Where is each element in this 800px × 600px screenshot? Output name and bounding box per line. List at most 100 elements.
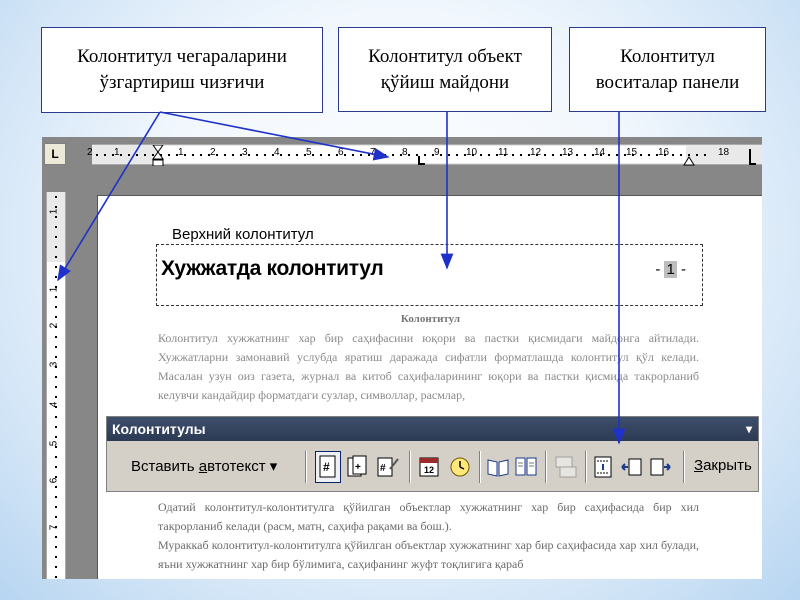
document-title: Колонтитул (400, 313, 461, 325)
close-accelerator: З (694, 457, 704, 474)
svg-text:+: + (355, 462, 361, 473)
vertical-ruler-tick (55, 406, 57, 408)
tab-stop-marker (418, 156, 425, 165)
toolbar-title-bar[interactable]: Колонтитулы ▾ (107, 417, 758, 441)
word-document-window: L 2 1 1 2 3 4 5 6 7 8 9 10 11 12 13 14 15 16 18 11234567 В… (42, 137, 762, 579)
switch-header-footer-icon (594, 456, 612, 478)
same-as-previous-button[interactable] (553, 451, 579, 483)
vertical-ruler-tick (55, 326, 57, 328)
vertical-ruler-tick (55, 466, 57, 468)
vertical-ruler-tick (55, 426, 57, 428)
document-paragraph-3: Мураккаб колонтитул-колонтитулга қўйилга… (158, 538, 699, 571)
vertical-ruler-tick-label: 2 (48, 322, 60, 329)
vertical-ruler-tick (55, 306, 57, 308)
vertical-ruler[interactable]: 1 1 2 3 4 5 6 7 (46, 192, 66, 579)
insert-page-number-button[interactable]: # (315, 451, 341, 483)
insert-page-count-button[interactable]: + (345, 451, 371, 483)
vertical-ruler-tick-label: 5 (48, 440, 60, 447)
first-line-indent-marker (152, 145, 164, 160)
vertical-ruler-tick (55, 546, 57, 548)
vertical-ruler-tick-label: 4 (48, 401, 60, 408)
vertical-ruler-tick (55, 216, 57, 218)
show-previous-icon (621, 458, 642, 476)
vertical-ruler-tick (55, 246, 57, 248)
vertical-ruler-tick (55, 536, 57, 538)
vertical-ruler-tick (55, 566, 57, 568)
vertical-ruler-tick-label: 6 (48, 477, 60, 484)
right-tab-marker (749, 149, 756, 165)
callout-object-field-label: Колонтитул объект қўйиш майдони (338, 27, 552, 112)
vertical-ruler-tick (55, 576, 57, 578)
vertical-ruler-tick (55, 346, 57, 348)
vertical-ruler-tick (55, 456, 57, 458)
show-hide-document-text-button[interactable] (513, 451, 539, 483)
page-setup-button[interactable] (485, 451, 511, 483)
svg-text:#: # (380, 463, 386, 474)
calendar-icon: 12 (419, 457, 439, 477)
format-page-number-button[interactable]: # (375, 451, 401, 483)
page-number-field[interactable]: 1 (664, 261, 677, 278)
switch-header-footer-button[interactable] (591, 451, 617, 483)
vertical-ruler-tick (55, 446, 57, 448)
open-book-icon (487, 459, 509, 477)
callout-object-line1: Колонтитул объект (368, 45, 522, 67)
vertical-ruler-tick-label: 3 (48, 361, 60, 368)
tab-stop-selector[interactable]: L (44, 143, 66, 165)
vertical-ruler-tick-label: 7 (48, 524, 60, 531)
vertical-ruler-tick (55, 486, 57, 488)
vertical-ruler-tick (55, 396, 57, 398)
vertical-ruler-tick (55, 376, 57, 378)
header-footer-toolbar[interactable]: Колонтитулы ▾ Вставить автотекст ▾ # + #… (106, 416, 759, 492)
vertical-ruler-tick (55, 386, 57, 388)
vertical-ruler-tick (55, 506, 57, 508)
vertical-ruler-tick (55, 516, 57, 518)
toolbar-options-caret[interactable]: ▾ (746, 417, 752, 441)
callout-toolbar-label: Колонтитул воситалар панели (569, 27, 766, 112)
header-area[interactable]: Хужжатда колонтитул - 1 - (156, 244, 703, 306)
vertical-ruler-tick (55, 276, 57, 278)
document-paragraph-2: Одатий колонтитул-колонтитулга қўйилган … (158, 500, 699, 533)
document-paragraph-1: Колонтитул хужжатнинг хар бир саҳифасини… (158, 331, 699, 402)
svg-text:#: # (323, 460, 330, 474)
document-page[interactable]: Верхний колонтитул Хужжатда колонтитул -… (97, 195, 762, 579)
callout-ruler-line2: ўзгартириш чизғичи (99, 72, 265, 93)
callout-object-line2: қўйиш майдони (380, 71, 510, 93)
link-to-previous-icon (555, 456, 577, 478)
vertical-ruler-tick (55, 556, 57, 558)
vertical-ruler-tick (55, 266, 57, 268)
show-next-button[interactable] (647, 451, 673, 483)
vertical-ruler-tick (55, 416, 57, 418)
vertical-ruler-tick (55, 286, 57, 288)
autotext-rest: втотекст (207, 458, 266, 475)
clock-icon (450, 457, 470, 477)
vertical-ruler-tick (55, 316, 57, 318)
horizontal-ruler[interactable]: 2 1 1 2 3 4 5 6 7 8 9 10 11 12 13 14 15 16 18 (87, 144, 762, 166)
insert-autotext-button[interactable]: Вставить автотекст ▾ (131, 457, 277, 475)
ruler-markers (152, 145, 756, 166)
callout-toolbar-line2: воситалар панели (595, 71, 740, 93)
header-label: Верхний колонтитул (172, 226, 314, 243)
autotext-accelerator: а (198, 458, 208, 475)
insert-date-button[interactable]: 12 (417, 451, 443, 483)
vertical-ruler-tick (55, 236, 57, 238)
format-page-number-icon: # (377, 457, 399, 477)
vertical-ruler-tick (55, 366, 57, 368)
vertical-ruler-tick (55, 206, 57, 208)
insert-time-button[interactable] (447, 451, 473, 483)
vertical-ruler-tick-label: 1 (48, 208, 60, 215)
autotext-dropdown-caret: ▾ (269, 458, 278, 475)
vertical-ruler-tick (55, 496, 57, 498)
vertical-ruler-tick (55, 436, 57, 438)
show-previous-button[interactable] (619, 451, 645, 483)
show-document-text-icon (515, 457, 537, 476)
vertical-ruler-tick (55, 476, 57, 478)
vertical-ruler-tick (55, 226, 57, 228)
header-page-number[interactable]: - 1 - (655, 261, 686, 278)
callout-toolbar-line1: Колонтитул (620, 45, 715, 67)
callout-ruler-label: Колонтитул чегараларини ўзгартириш чизғи… (41, 27, 323, 113)
header-title[interactable]: Хужжатда колонтитул (161, 257, 384, 281)
vertical-ruler-tick (55, 356, 57, 358)
close-header-footer-button[interactable]: Закрыть (694, 457, 752, 474)
vertical-ruler-tick (55, 296, 57, 298)
show-next-icon (650, 458, 671, 476)
